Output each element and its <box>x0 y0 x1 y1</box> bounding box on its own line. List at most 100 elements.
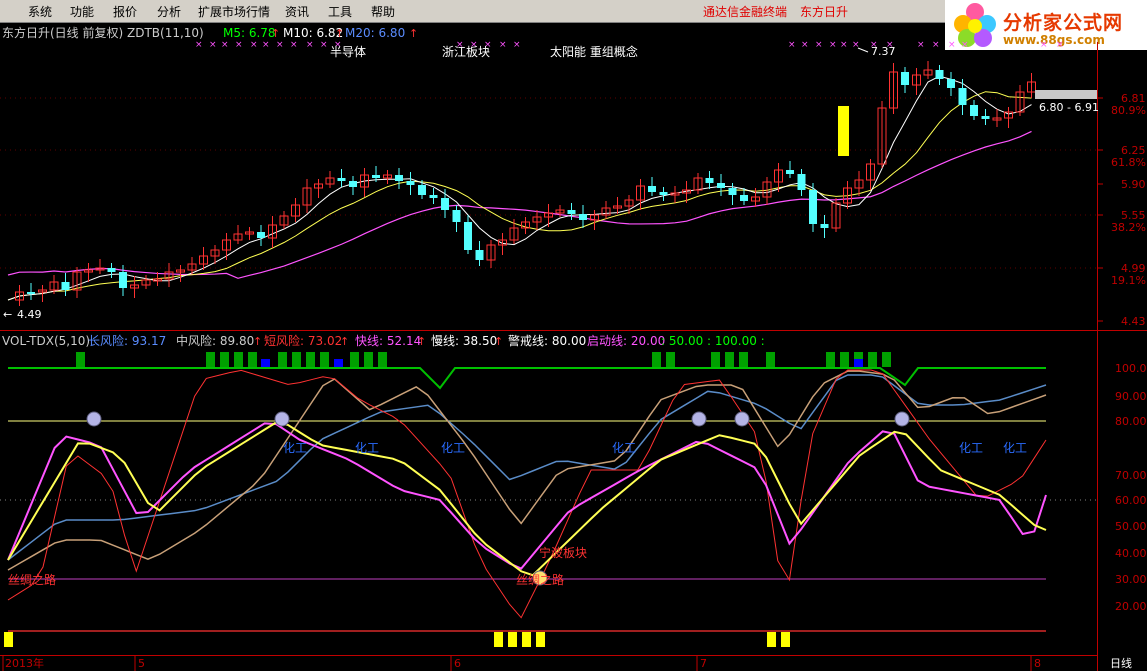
event-marker: × <box>801 40 809 50</box>
silk-road-label: 丝绸之路 <box>516 572 564 587</box>
mid-risk-line <box>7 370 1047 571</box>
candle-down <box>958 88 967 105</box>
slow-line-value: 慢线: 38.50 <box>431 334 497 348</box>
event-marker: × <box>262 40 270 50</box>
event-marker: × <box>221 40 229 50</box>
menu-extended-market[interactable]: 扩展市场行情 <box>198 3 270 20</box>
event-marker: × <box>788 40 796 50</box>
green-bar <box>320 352 329 367</box>
green-bar <box>766 352 775 367</box>
sector-label: 化工 <box>1003 441 1027 455</box>
menu-quote[interactable]: 报价 <box>113 3 137 20</box>
candle-down <box>27 292 35 294</box>
event-marker: × <box>320 40 328 50</box>
menu-news[interactable]: 资讯 <box>285 3 309 20</box>
green-signal-bars <box>76 352 891 367</box>
smiley-icon <box>734 411 750 427</box>
yellow-bar <box>508 632 517 647</box>
candle-down <box>935 70 944 79</box>
candle-down <box>901 72 909 85</box>
green-bar <box>725 352 734 367</box>
ningbo-label: 宁波板块 <box>539 545 587 560</box>
mid-risk-up-arrow-icon: ↑ <box>253 335 262 348</box>
warn-line-value: 警戒线: 80.00 <box>508 333 586 348</box>
candle-down <box>418 185 426 195</box>
candle-down <box>728 188 737 195</box>
period-label[interactable]: 日线 <box>1110 656 1132 670</box>
menu-analysis[interactable]: 分析 <box>157 3 181 20</box>
candle-down <box>464 222 472 250</box>
green-bar <box>882 352 891 367</box>
candle-down <box>659 192 668 195</box>
candle-down <box>809 190 817 224</box>
price-range-highlight <box>1035 90 1097 99</box>
candle-down <box>786 170 794 174</box>
slow-line-up-arrow-icon: ↑ <box>494 335 503 348</box>
event-marker: × <box>209 40 217 50</box>
ind-tick: 60.00 <box>1115 494 1147 507</box>
green-bar <box>248 352 257 367</box>
ind-tick: 30.00 <box>1115 573 1147 586</box>
menu-system[interactable]: 系统 <box>28 3 52 20</box>
blue-mark <box>261 359 270 368</box>
green-bar <box>666 352 675 367</box>
fast-line <box>7 422 1047 570</box>
high-marker-line <box>857 47 869 53</box>
event-marker: × <box>513 40 521 50</box>
ind-tick: 20.00 <box>1115 600 1147 613</box>
candle-down <box>61 282 70 290</box>
candle-down <box>406 181 415 185</box>
low-arrow-icon: ← <box>3 308 12 321</box>
event-marker: × <box>961 40 969 50</box>
yellow-bar <box>494 632 503 647</box>
fib-tick: 61.8% <box>1111 156 1146 169</box>
green-bar <box>826 352 835 367</box>
green-bar <box>206 352 215 367</box>
candle-down <box>648 186 656 192</box>
silk-road-label: 丝绸之路 <box>8 572 56 587</box>
short-risk-up-arrow-icon: ↑ <box>340 335 349 348</box>
smiley-icon <box>691 411 707 427</box>
start-line-value: 启动线: 20.00 <box>587 334 665 348</box>
green-bar <box>350 352 359 367</box>
smiley-icon <box>86 411 102 427</box>
sector-label: 化工 <box>355 441 379 455</box>
candle-down <box>107 268 116 272</box>
candle-down <box>981 116 990 119</box>
green-bar <box>840 352 849 367</box>
ind-tick: 70.00 <box>1115 469 1147 482</box>
sector-label: 化工 <box>283 441 307 455</box>
candle-down <box>740 195 748 201</box>
stock-chart[interactable]: 东方日升(日线 前复权) ZDTB(11,10) M5: 6.78 M10: 6… <box>0 22 1147 671</box>
event-marker: × <box>195 40 203 50</box>
event-marker: × <box>840 40 848 50</box>
ind-tick: 100.0 <box>1115 362 1147 375</box>
candle-down <box>372 175 380 178</box>
candle-down <box>441 198 449 210</box>
green-bar <box>868 352 877 367</box>
date-tick: 5 <box>138 657 145 670</box>
stock-title: 东方日升(日线 前复权) ZDTB(11,10) <box>2 25 204 40</box>
yellow-bar <box>522 632 531 647</box>
candle-down <box>475 250 484 260</box>
green-bar <box>234 352 243 367</box>
candle-down <box>970 105 978 116</box>
candle-down <box>705 178 714 183</box>
menu-help[interactable]: 帮助 <box>371 3 395 20</box>
menu-tools[interactable]: 工具 <box>328 3 352 20</box>
menu-current-stock[interactable]: 东方日升 <box>800 3 848 20</box>
candle-down <box>579 214 587 220</box>
blue-mark <box>334 359 343 368</box>
concept-label-solar: 太阳能 重组概念 <box>550 44 638 59</box>
green-bar <box>652 352 661 367</box>
event-marker: × <box>250 40 258 50</box>
price-axis: 6.81 80.9% 6.25 61.8% 5.90 5.55 38.2% 4.… <box>1111 92 1146 328</box>
concept-label-zhejiang: 浙江板块 <box>442 45 490 59</box>
menu-terminal-name: 通达信金融终端 <box>703 5 788 19</box>
indicator-axis: 100.0 90.00 80.00 70.00 60.00 50.00 40.0… <box>1115 362 1147 613</box>
fib-tick: 80.9% <box>1111 104 1146 117</box>
menu-function[interactable]: 功能 <box>70 3 94 20</box>
candle-down <box>429 195 438 198</box>
green-bar <box>220 352 229 367</box>
green-bar <box>76 352 85 367</box>
